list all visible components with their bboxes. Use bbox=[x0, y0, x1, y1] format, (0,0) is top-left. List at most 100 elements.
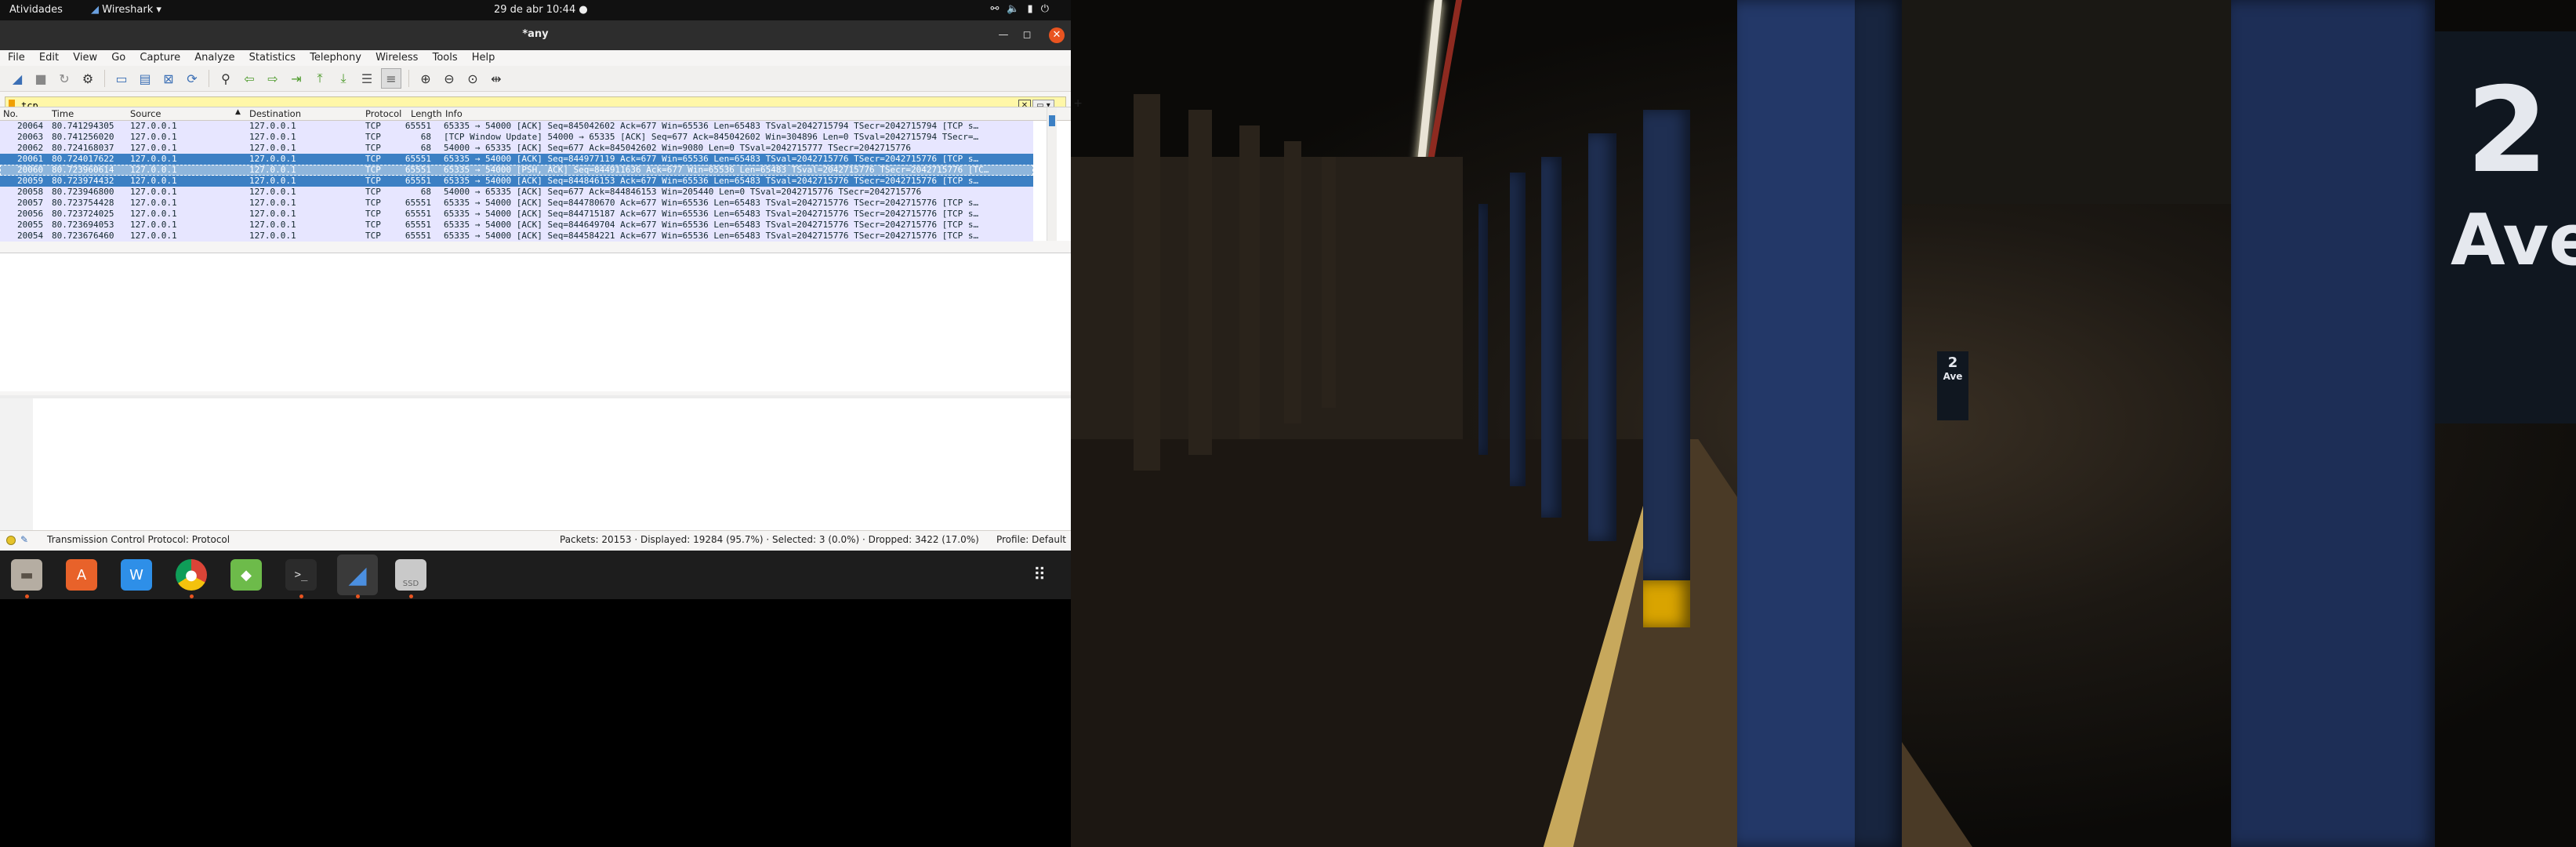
terminal-icon[interactable]: >_ bbox=[285, 559, 317, 591]
chrome-icon[interactable]: ● bbox=[176, 559, 207, 591]
running-indicator bbox=[409, 594, 413, 598]
app-grid-icon[interactable]: ⠿ bbox=[1024, 559, 1055, 591]
cell-no: 20056 bbox=[17, 209, 44, 219]
menu-edit[interactable]: Edit bbox=[39, 52, 59, 64]
menu-statistics[interactable]: Statistics bbox=[249, 52, 296, 64]
restart-capture-icon[interactable]: ↻ bbox=[55, 69, 74, 88]
gnome-top-bar: Atividades ◢ Wireshark ▾ 29 de abr 10:44… bbox=[0, 0, 1071, 20]
blue-pillar bbox=[1588, 133, 1616, 541]
menu-wireless[interactable]: Wireless bbox=[376, 52, 418, 64]
cell-info: 65335 → 54000 [ACK] Seq=844584221 Ack=67… bbox=[444, 231, 979, 241]
find-packet-icon[interactable]: ⚲ bbox=[216, 69, 235, 88]
cell-len: 65551 bbox=[405, 154, 431, 164]
cell-proto: TCP bbox=[365, 231, 381, 241]
packet-rows: 20064 80.741294305 127.0.0.1 127.0.0.1 TCP 65… bbox=[0, 121, 1071, 242]
last-packet-icon[interactable]: ⤓ bbox=[334, 69, 353, 88]
table-row[interactable]: 20061 80.724017622 127.0.0.1 127.0.0.1 TCP 65… bbox=[0, 154, 1033, 165]
desktop-wallpaper: 2 Ave 2 Ave bbox=[1071, 0, 2576, 847]
cell-src: 127.0.0.1 bbox=[130, 165, 177, 175]
ssd-drive-icon[interactable]: SSD bbox=[395, 559, 426, 591]
resize-columns-icon[interactable]: ⇹ bbox=[487, 69, 506, 88]
capture-comment-icon[interactable]: ✎ bbox=[20, 531, 28, 548]
table-row[interactable]: 20057 80.723754428 127.0.0.1 127.0.0.1 TCP 65… bbox=[0, 198, 1033, 209]
autoscroll-icon[interactable]: ☰ bbox=[357, 69, 376, 88]
colorize-icon[interactable]: ≡ bbox=[381, 68, 401, 89]
writer-icon[interactable]: W bbox=[121, 559, 152, 591]
reload-file-icon[interactable]: ⟳ bbox=[183, 69, 201, 88]
activities-button[interactable]: Atividades bbox=[9, 4, 63, 16]
menu-view[interactable]: View bbox=[73, 52, 97, 64]
maximize-button[interactable]: ◻ bbox=[1019, 27, 1035, 43]
normal-size-icon[interactable]: ⊙ bbox=[463, 69, 482, 88]
menu-tools[interactable]: Tools bbox=[433, 52, 458, 64]
system-tray[interactable]: ⚯🔈▮⏻ bbox=[990, 3, 1057, 15]
zoom-out-icon[interactable]: ⊖ bbox=[440, 69, 459, 88]
cell-no: 20057 bbox=[17, 198, 44, 208]
cell-src: 127.0.0.1 bbox=[130, 187, 177, 197]
col-time[interactable]: Time bbox=[52, 108, 74, 119]
packet-list-scrollbar[interactable] bbox=[1047, 107, 1057, 241]
cell-time: 80.723960614 bbox=[52, 165, 114, 175]
close-button[interactable]: ✕ bbox=[1049, 27, 1065, 43]
cell-len: 65551 bbox=[405, 121, 431, 131]
table-row[interactable]: 20056 80.723724025 127.0.0.1 127.0.0.1 TCP 65… bbox=[0, 209, 1033, 220]
table-row[interactable]: 20054 80.723676460 127.0.0.1 127.0.0.1 TCP 65… bbox=[0, 231, 1033, 242]
start-capture-icon[interactable]: ◢ bbox=[8, 69, 27, 88]
window-titlebar[interactable]: *any — ◻ ✕ bbox=[0, 20, 1071, 50]
menu-help[interactable]: Help bbox=[472, 52, 495, 64]
col-source[interactable]: Source bbox=[130, 108, 161, 119]
packet-list[interactable]: No. Time Source ▲ Destination Protocol L… bbox=[0, 107, 1071, 242]
menu-bar: File Edit View Go Capture Analyze Statis… bbox=[0, 50, 1071, 66]
main-toolbar: ◢ ■ ↻ ⚙ ▭ ▤ ⊠ ⟳ ⚲ ⇦ ⇨ ⇥ ⤒ ⤓ ☰ ≡ ⊕ ⊖ ⊙ ⇹ bbox=[0, 66, 1071, 92]
close-file-icon[interactable]: ⊠ bbox=[159, 69, 178, 88]
app-menu-button[interactable]: ◢ Wireshark ▾ bbox=[91, 4, 161, 16]
table-row[interactable]: 20062 80.724168037 127.0.0.1 127.0.0.1 TCP 68… bbox=[0, 143, 1033, 154]
cell-len: 68 bbox=[420, 132, 431, 142]
menu-go[interactable]: Go bbox=[111, 52, 125, 64]
col-destination[interactable]: Destination bbox=[249, 108, 301, 119]
small-sign-number: 2 bbox=[1947, 354, 1958, 371]
first-packet-icon[interactable]: ⤒ bbox=[310, 69, 329, 88]
files-icon[interactable]: ▬ bbox=[11, 559, 42, 591]
cell-src: 127.0.0.1 bbox=[130, 143, 177, 153]
expert-info-icon[interactable] bbox=[6, 536, 16, 545]
table-row[interactable]: 20064 80.741294305 127.0.0.1 127.0.0.1 TCP 65… bbox=[0, 121, 1033, 132]
go-forward-icon[interactable]: ⇨ bbox=[263, 69, 282, 88]
table-row[interactable]: 20055 80.723694053 127.0.0.1 127.0.0.1 TCP 65… bbox=[0, 220, 1033, 231]
menu-file[interactable]: File bbox=[8, 52, 25, 64]
table-row[interactable]: 20058 80.723946800 127.0.0.1 127.0.0.1 TCP 68… bbox=[0, 187, 1033, 198]
table-row[interactable]: 20063 80.741256020 127.0.0.1 127.0.0.1 TCP 68… bbox=[0, 132, 1033, 143]
add-filter-button-icon[interactable]: + bbox=[1073, 97, 1083, 110]
menu-telephony[interactable]: Telephony bbox=[310, 52, 361, 64]
cell-time: 80.723694053 bbox=[52, 220, 114, 230]
blue-pillar bbox=[1643, 110, 1690, 580]
menu-analyze[interactable]: Analyze bbox=[194, 52, 234, 64]
minimize-button[interactable]: — bbox=[996, 27, 1011, 43]
packet-bytes-pane[interactable] bbox=[0, 395, 1071, 533]
col-no[interactable]: No. bbox=[3, 108, 18, 119]
stop-capture-icon[interactable]: ■ bbox=[31, 69, 50, 88]
go-to-packet-icon[interactable]: ⇥ bbox=[287, 69, 306, 88]
blue-pillar bbox=[1541, 157, 1562, 518]
cell-proto: TCP bbox=[365, 121, 381, 131]
wireshark-icon[interactable]: ◢ bbox=[337, 554, 378, 595]
table-row[interactable]: 20059 80.723974432 127.0.0.1 127.0.0.1 TCP 65… bbox=[0, 176, 1033, 187]
app-store-icon[interactable]: A bbox=[66, 559, 97, 591]
zoom-in-icon[interactable]: ⊕ bbox=[416, 69, 435, 88]
col-protocol[interactable]: Protocol bbox=[365, 108, 401, 119]
scrollbar-thumb[interactable] bbox=[1049, 115, 1055, 126]
save-file-icon[interactable]: ▤ bbox=[136, 69, 154, 88]
clock[interactable]: 29 de abr 10:44 ● bbox=[494, 4, 588, 16]
packet-details-pane[interactable] bbox=[0, 253, 1071, 391]
capture-options-icon[interactable]: ⚙ bbox=[78, 69, 97, 88]
open-file-icon[interactable]: ▭ bbox=[112, 69, 131, 88]
col-length[interactable]: Length bbox=[411, 108, 442, 119]
cell-time: 80.723676460 bbox=[52, 231, 114, 241]
go-back-icon[interactable]: ⇦ bbox=[240, 69, 259, 88]
image-viewer-icon[interactable]: ◆ bbox=[230, 559, 262, 591]
status-profile[interactable]: Profile: Default bbox=[996, 531, 1066, 548]
menu-capture[interactable]: Capture bbox=[140, 52, 180, 64]
col-info[interactable]: Info bbox=[445, 108, 463, 119]
blue-pillar bbox=[1510, 173, 1526, 486]
table-row[interactable]: 20060 80.723960614 127.0.0.1 127.0.0.1 TCP 65… bbox=[0, 165, 1033, 176]
